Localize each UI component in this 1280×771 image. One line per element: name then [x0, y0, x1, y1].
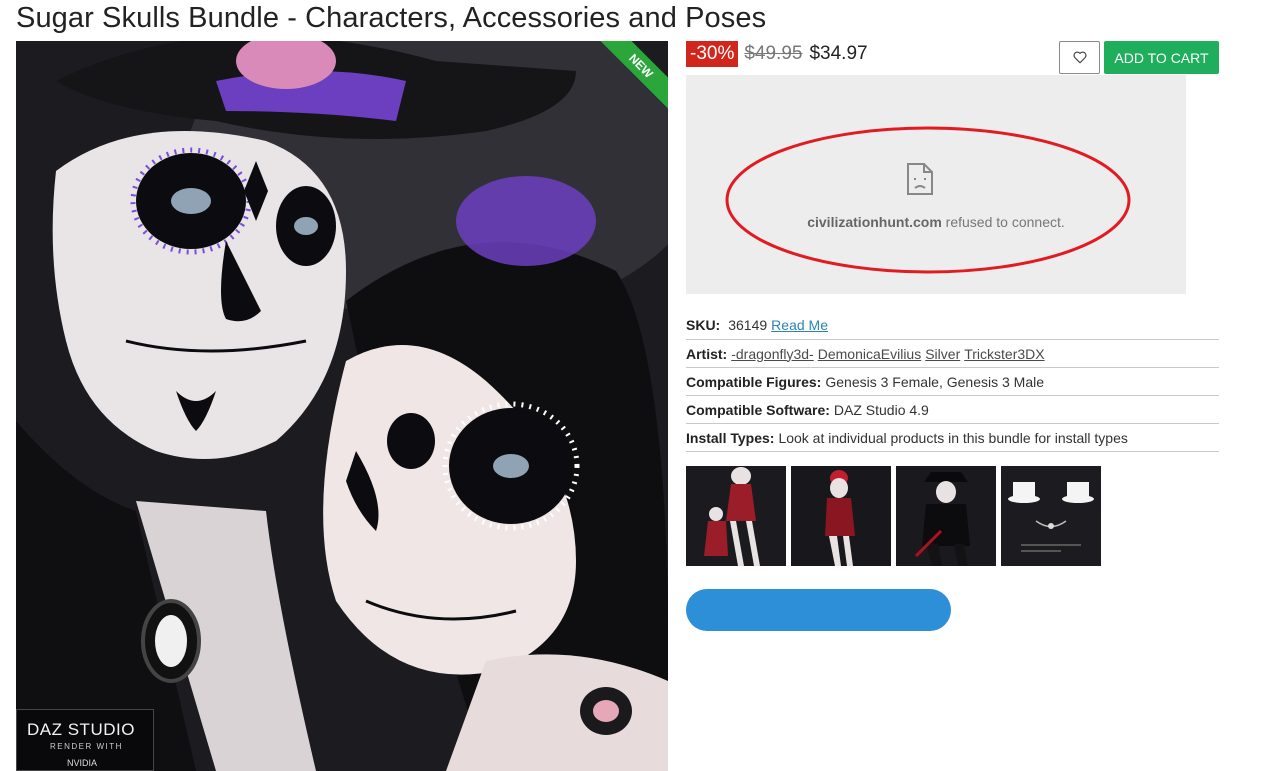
thumbnail-image [896, 466, 996, 566]
figures-value: Genesis 3 Female, Genesis 3 Male [825, 373, 1045, 390]
artist-link[interactable]: Trickster3DX [964, 346, 1044, 362]
thumbnail[interactable] [1001, 466, 1101, 566]
install-types-row: Install Types: Look at individual produc… [686, 424, 1219, 452]
thumbnail-strip [686, 466, 1101, 566]
thumbnail[interactable] [896, 466, 996, 566]
nvidia-text: NVIDIA [67, 758, 98, 768]
original-price: $49.95 [744, 43, 803, 64]
sku-label: SKU: [686, 317, 721, 333]
compatible-software-row: Compatible Software: DAZ Studio 4.9 [686, 396, 1219, 424]
compatible-figures-row: Compatible Figures: Genesis 3 Female, Ge… [686, 368, 1219, 396]
thumbnail-image [686, 466, 786, 566]
sale-price: $34.97 [809, 43, 868, 64]
product-hero-image[interactable]: NEW DAZ STUDIO RENDER WITH NVIDIA [16, 41, 668, 771]
artist-link[interactable]: -dragonfly3d- [731, 346, 814, 362]
thumbnail-image [791, 466, 891, 566]
refused-message: civilizationhunt.com refused to connect. [686, 214, 1186, 230]
discount-badge: -30% [686, 41, 739, 67]
refused-suffix: refused to connect. [941, 214, 1065, 230]
thumbnail-image [1001, 466, 1101, 566]
price-row: -30% $49.95 $34.97 [686, 41, 868, 67]
wishlist-button[interactable] [1059, 41, 1100, 74]
sku-value: 36149 [728, 317, 768, 333]
read-me-link[interactable]: Read Me [771, 317, 828, 333]
thumbnail[interactable] [791, 466, 891, 566]
artist-link[interactable]: DemonicaEvilius [818, 346, 921, 362]
install-label: Install Types: [686, 429, 775, 446]
daz-studio-badge: DAZ STUDIO RENDER WITH NVIDIA [16, 709, 154, 771]
hero-illustration [16, 41, 668, 771]
embedded-frame: civilizationhunt.com refused to connect. [686, 75, 1186, 294]
page-title: Sugar Skulls Bundle - Characters, Access… [16, 2, 767, 34]
blue-action-button[interactable] [686, 589, 951, 631]
artist-link[interactable]: Silver [925, 346, 960, 362]
heart-icon [1073, 51, 1086, 64]
daz-studio-logo-text: DAZ STUDIO [27, 720, 135, 739]
artist-row: Artist: -dragonfly3d- DemonicaEvilius Si… [686, 340, 1219, 368]
sku-row: SKU: 36149 Read Me [686, 311, 1219, 339]
artist-label: Artist: [686, 345, 728, 362]
add-to-cart-button[interactable]: ADD TO CART [1104, 41, 1219, 74]
refused-domain: civilizationhunt.com [807, 214, 942, 230]
software-value: DAZ Studio 4.9 [833, 401, 929, 418]
render-with-text: RENDER WITH [50, 742, 123, 751]
thumbnail[interactable] [686, 466, 786, 566]
install-value: Look at individual products in this bund… [778, 429, 1128, 446]
product-details: SKU: 36149 Read Me Artist: -dragonfly3d-… [686, 311, 1219, 452]
software-label: Compatible Software: [686, 401, 830, 418]
broken-page-icon [907, 163, 933, 195]
figures-label: Compatible Figures: [686, 373, 822, 390]
